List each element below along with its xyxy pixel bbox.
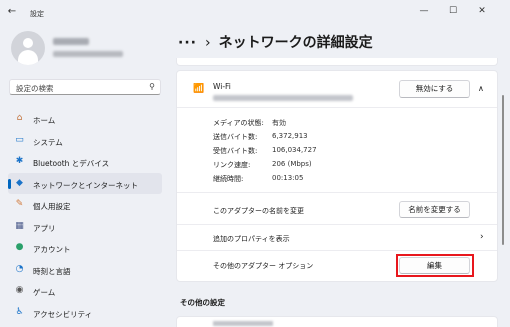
sidebar-item-label: アクセシビリティ [33,309,93,319]
divider [177,250,497,251]
sidebar-item-game[interactable]: ◉ ゲーム [8,280,162,302]
minimize-button[interactable]: — [412,2,436,20]
sidebar-item-label: システム [33,137,63,147]
accessibility-icon: ♿ [15,306,24,317]
prop-value-bytes-received: 106,034,727 [272,146,317,154]
bluetooth-icon: ✱ [15,156,24,166]
scrollbar[interactable] [502,95,504,245]
search-icon[interactable]: ⚲ [149,82,155,91]
breadcrumb: ··· › ネットワークの詳細設定 [178,32,373,52]
prop-label-bytes-received: 受信バイト数: [213,147,258,155]
sidebar-item-personalize[interactable]: ✎ 個人用設定 [8,194,162,216]
user-email-blurred [53,51,123,57]
sidebar-item-system[interactable]: ▭ システム [8,130,162,152]
prop-value-bytes-sent: 6,372,913 [272,132,308,140]
sidebar-item-label: ゲーム [33,288,56,297]
sidebar-item-account[interactable]: ● アカウント [8,237,162,259]
chevron-right-icon[interactable]: › [480,232,484,242]
rename-button[interactable]: 名前を変更する [399,201,470,218]
close-button[interactable]: ✕ [470,2,494,20]
sidebar-item-label: ホーム [33,116,56,125]
sidebar-item-label: Bluetooth とデバイス [33,159,110,168]
other-settings-heading: その他の設定 [180,298,225,307]
sidebar-item-label: アプリ [33,223,56,233]
sidebar-nav: ⌂ ホーム ▭ システム ✱ Bluetooth とデバイス ◆ ネットワークとインターネット… [8,108,162,323]
app-title: 設定 [30,10,44,18]
sidebar-item-label: ネットワークとインターネット [33,180,138,190]
sidebar-item-accessibility[interactable]: ♿ アクセシビリティ [8,302,162,324]
sidebar-item-label: 個人用設定 [33,202,71,211]
divider [177,192,497,193]
back-arrow-icon[interactable]: ← [6,6,18,18]
prop-label-link-speed: リンク速度: [213,161,251,169]
chevron-right-icon: › [204,35,211,51]
prop-value-link-speed: 206 (Mbps) [272,160,312,168]
game-icon: ◉ [15,285,24,295]
sidebar-item-bluetooth[interactable]: ✱ Bluetooth とデバイス [8,151,162,173]
sidebar-item-home[interactable]: ⌂ ホーム [8,108,162,130]
breadcrumb-more-button[interactable]: ··· [178,35,197,51]
prop-label-media-state: メディアの状態: [213,119,264,127]
rename-row-label: このアダプターの名前を変更 [213,207,304,215]
maximize-button[interactable]: ☐ [441,2,465,20]
chevron-up-icon[interactable]: ∧ [478,84,484,93]
divider [177,224,497,225]
sidebar-item-label: 時刻と言語 [33,266,71,276]
title-bar: ← 設定 — ☐ ✕ [0,0,510,26]
more-properties-link[interactable]: 追加のプロパティを表示 [213,234,290,244]
prop-value-media-state: 有効 [272,119,286,127]
adapter-description-blurred [213,95,353,101]
system-icon: ▭ [15,134,24,145]
disable-button[interactable]: 無効にする [399,80,470,98]
time-language-icon: ◔ [15,263,24,274]
sidebar-item-time-language[interactable]: ◔ 時刻と言語 [8,259,162,281]
user-name-blurred [53,38,89,45]
account-icon: ● [15,242,24,252]
network-icon: ◆ [16,177,23,188]
adapter-name: Wi-Fi [213,82,231,91]
search-box[interactable]: 設定の検索 ⚲ [9,79,161,95]
next-card-text-blurred [213,321,273,326]
wifi-icon: 📶 [193,84,205,94]
avatar-head-icon [23,38,33,48]
search-input[interactable]: 設定の検索 [16,83,54,94]
home-icon: ⌂ [16,113,23,123]
active-indicator [8,178,11,189]
avatar-body-icon [18,50,38,65]
avatar[interactable] [11,31,45,65]
sidebar-item-label: アカウント [33,245,71,254]
divider [177,107,497,108]
prop-label-bytes-sent: 送信バイト数: [213,133,258,141]
adapter-options-label: その他のアダプター オプション [213,262,314,270]
personalize-icon: ✎ [15,199,24,209]
prop-value-duration: 00:13:05 [272,174,304,182]
page-title: ネットワークの詳細設定 [218,35,373,51]
prop-label-duration: 継続時間: [213,175,244,183]
sidebar-item-apps[interactable]: ▦ アプリ [8,216,162,238]
apps-icon: ▦ [15,220,24,231]
highlight-box [396,254,474,277]
previous-card-bottom [176,58,498,66]
sidebar-item-network[interactable]: ◆ ネットワークとインターネット [8,172,162,194]
